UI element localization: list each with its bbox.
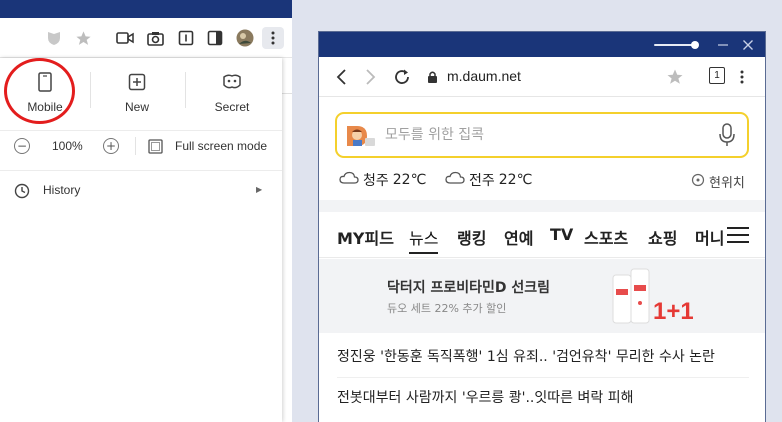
divider — [90, 72, 91, 108]
zoom-controls: − 100% + Full screen mode — [0, 130, 282, 160]
tab-myfeed[interactable]: MY피드 — [337, 225, 394, 249]
fullscreen-mode-button[interactable]: Full screen mode — [175, 139, 267, 153]
ad-badge: 1+1 — [653, 298, 693, 325]
zoom-out-button[interactable]: − — [14, 138, 30, 154]
fullscreen-icon[interactable] — [148, 139, 163, 158]
weather-item[interactable]: 전주 22℃ — [445, 170, 532, 190]
back-icon[interactable] — [335, 67, 347, 87]
ad-banner[interactable]: 닥터지 프로비타민D 선크림 듀오 세트 22% 추가 할인 1+1 — [319, 259, 765, 333]
browser-toolbar — [0, 18, 292, 58]
minimize-icon[interactable] — [716, 38, 730, 52]
divider — [185, 72, 186, 108]
desktop-browser: Mobile New Secret − 100% + Full screen m… — [0, 0, 292, 422]
history-menu-item[interactable]: History ▶ — [0, 170, 282, 200]
mobile-browser-window: m.daum.net 1 청주 2 — [318, 31, 766, 422]
tab-tv[interactable]: TV — [550, 225, 573, 244]
star-icon[interactable] — [73, 27, 93, 49]
more-menu-icon[interactable] — [262, 27, 284, 49]
zoom-in-button[interactable]: + — [103, 138, 119, 154]
ad-subtitle: 듀오 세트 22% 추가 할인 — [387, 302, 507, 315]
new-window-button[interactable]: New — [92, 66, 182, 122]
current-location-label: 현위치 — [709, 176, 745, 191]
tab-entertainment[interactable]: 연예 — [504, 225, 533, 249]
search-input[interactable] — [385, 124, 705, 146]
ad-title: 닥터지 프로비타민D 선크림 — [387, 280, 551, 296]
chevron-right-icon: ▶ — [256, 185, 263, 194]
weather-city: 청주 — [363, 173, 389, 189]
forward-icon[interactable] — [365, 67, 377, 87]
secret-mode-label: Secret — [214, 100, 250, 114]
more-menu-icon[interactable] — [740, 67, 744, 87]
refresh-icon[interactable] — [393, 67, 411, 87]
clock-icon — [14, 183, 30, 200]
video-icon[interactable] — [115, 27, 135, 49]
sidebar-icon[interactable] — [205, 27, 225, 49]
mobile-highlight-circle — [4, 58, 75, 124]
divider — [135, 137, 136, 155]
current-location-button[interactable]: 현위치 — [691, 172, 745, 191]
news-headline[interactable]: 정진웅 '한동훈 독직폭행' 1심 유죄.. '검언유착' 무리한 수사 논란 — [337, 346, 749, 366]
slider-thumb[interactable] — [691, 41, 699, 49]
weather-temp: 22℃ — [498, 172, 533, 188]
divider — [337, 377, 749, 378]
window-titlebar — [0, 0, 292, 18]
news-headline[interactable]: 전봇대부터 사람까지 '우르릉 쾅'..잇따른 벼락 피해 — [337, 387, 749, 407]
tab-ranking[interactable]: 랭킹 — [457, 225, 486, 249]
lock-icon — [427, 67, 438, 87]
secret-mode-button[interactable]: Secret — [187, 66, 277, 122]
daum-logo-icon — [345, 124, 379, 148]
ad-product-image: 1+1 — [607, 265, 694, 333]
window-titlebar — [319, 32, 765, 57]
page-background — [282, 58, 292, 94]
weather-city: 전주 — [469, 173, 495, 189]
weather-bar: 청주 22℃ 전주 22℃ 현위치 — [319, 168, 765, 194]
crosshair-icon — [691, 173, 705, 191]
plus-square-icon — [128, 70, 146, 94]
opacity-slider[interactable] — [654, 44, 696, 46]
weather-item[interactable]: 청주 22℃ — [339, 170, 426, 190]
url-field[interactable]: m.daum.net — [447, 68, 521, 84]
tabs-scroll-area: MY피드 뉴스 랭킹 연예 TV 스포츠 쇼핑 머니 — [319, 212, 725, 258]
avatar[interactable] — [235, 27, 255, 49]
tab-money[interactable]: 머니 — [695, 225, 724, 249]
section-divider — [319, 200, 765, 212]
bookmark-star-icon[interactable] — [666, 67, 684, 87]
weather-temp: 22℃ — [392, 172, 427, 188]
cloud-icon — [445, 171, 465, 189]
mask-icon — [222, 70, 242, 94]
cloud-icon — [339, 171, 359, 189]
tab-sports[interactable]: 스포츠 — [584, 225, 628, 249]
search-bar[interactable] — [335, 112, 749, 158]
address-bar: m.daum.net 1 — [319, 57, 765, 97]
category-tabs: MY피드 뉴스 랭킹 연예 TV 스포츠 쇼핑 머니 — [319, 212, 765, 258]
camera-icon[interactable] — [145, 27, 165, 49]
close-icon[interactable] — [741, 38, 755, 52]
shield-icon[interactable] — [44, 27, 64, 49]
hamburger-menu-icon[interactable] — [727, 227, 749, 243]
tab-count-button[interactable]: 1 — [709, 67, 725, 84]
history-label: History — [43, 183, 81, 197]
tab-news[interactable]: 뉴스 — [409, 225, 439, 254]
microphone-icon[interactable] — [719, 123, 735, 151]
new-window-label: New — [124, 100, 149, 114]
zoom-level: 100% — [52, 139, 83, 153]
reader-icon[interactable] — [176, 27, 196, 49]
tab-shopping[interactable]: 쇼핑 — [648, 225, 677, 249]
